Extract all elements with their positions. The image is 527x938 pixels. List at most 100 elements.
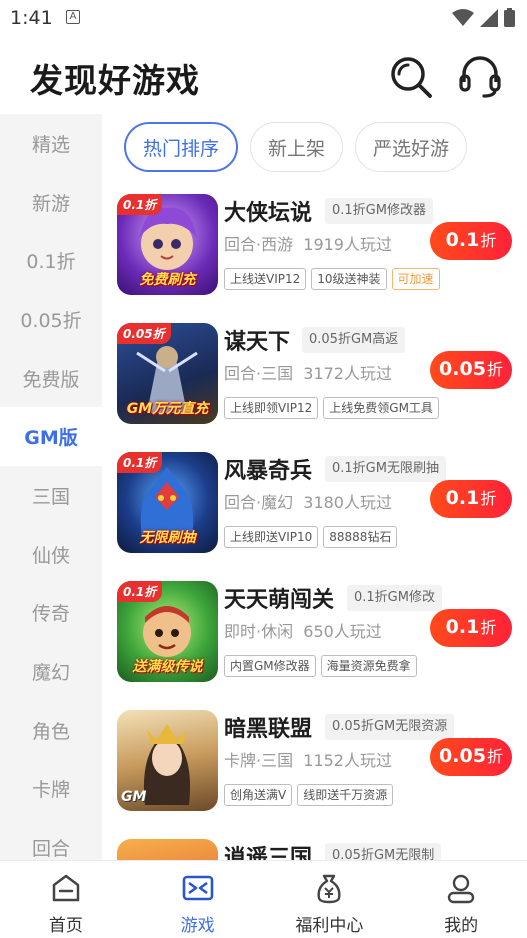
game-name[interactable]: 大侠坛说: [224, 195, 312, 227]
nav-profile[interactable]: 我的: [395, 861, 527, 938]
game-thumbnail[interactable]: 0.1折 无限刷抽: [117, 452, 218, 553]
feature-tags: 内置GM修改器 海量资源免费拿: [224, 655, 417, 677]
feature-tag: 可加速: [391, 268, 440, 290]
game-list: 0.1折 免费刷充 大侠坛说 0.1折GM修改器 回合·西游 1919人玩过 上…: [102, 190, 527, 860]
game-meta: 回合·西游 1919人玩过: [224, 231, 392, 255]
game-row[interactable]: 0.1折 无限刷抽 风暴奇兵 0.1折GM无限刷抽 回合·魔幻 3180人玩过 …: [102, 448, 527, 577]
sidebar-item-xianxia[interactable]: 仙侠: [0, 525, 102, 584]
thumbnail-caption: 送满级传说: [132, 659, 203, 675]
battery-icon: [504, 8, 515, 27]
price-value: 0.1: [445, 616, 480, 638]
sidebar-item-legend[interactable]: 传奇: [0, 584, 102, 643]
game-name[interactable]: 暗黑联盟: [224, 711, 312, 743]
user-icon: [447, 874, 475, 904]
sidebar-item-turn-based[interactable]: 回合: [0, 818, 102, 860]
discount-badge: 0.1折: [117, 194, 163, 215]
sidebar-item-three-kingdoms[interactable]: 三国: [0, 466, 102, 525]
sidebar-item-new[interactable]: 新游: [0, 173, 102, 232]
feature-tag: 上线即送VIP10: [224, 526, 319, 548]
game-thumbnail[interactable]: [117, 839, 218, 860]
game-genre: 卡牌·三国: [224, 751, 294, 770]
game-meta: 回合·三国 3172人玩过: [224, 360, 392, 384]
feature-tag: 海量资源免费拿: [320, 655, 417, 677]
game-meta: 卡牌·三国 1152人玩过: [224, 747, 392, 771]
header: 发现好游戏: [0, 36, 527, 114]
money-bag-icon: [317, 874, 341, 904]
signal-icon: [480, 8, 498, 27]
price-button[interactable]: 0.1 折: [430, 480, 512, 518]
sidebar-item-0-05-discount[interactable]: 0.05折: [0, 290, 102, 349]
game-row[interactable]: GM 暗黑联盟 0.05折GM无限资源 卡牌·三国 1152人玩过 创角送满V …: [102, 706, 527, 835]
price-value: 0.1: [445, 229, 480, 251]
sidebar-item-free[interactable]: 免费版: [0, 349, 102, 408]
system-icons: [452, 8, 515, 27]
nav-home[interactable]: 首页: [0, 861, 132, 938]
page-title: 发现好游戏: [30, 61, 200, 100]
game-thumbnail[interactable]: 0.1折 送满级传说: [117, 581, 218, 682]
game-meta: 回合·魔幻 3180人玩过: [224, 489, 392, 513]
feature-tag: 创角送满V: [224, 784, 293, 806]
discount-tag: 0.1折GM修改器: [325, 198, 433, 224]
price-value: 0.05: [439, 745, 486, 767]
discount-badge: 0.1折: [117, 452, 163, 473]
discount-tag: 0.05折GM无限制: [325, 843, 442, 860]
price-unit: 折: [486, 747, 503, 766]
home-icon: [52, 874, 80, 902]
sidebar-item-0-1-discount[interactable]: 0.1折: [0, 231, 102, 290]
game-row[interactable]: 0.1折 免费刷充 大侠坛说 0.1折GM修改器 回合·西游 1919人玩过 上…: [102, 190, 527, 319]
nav-label: 游戏: [180, 916, 215, 936]
game-name[interactable]: 谋天下: [224, 324, 290, 356]
sort-tabs: 热门排序 新上架 严选好游: [124, 122, 468, 174]
tab-hot[interactable]: 热门排序: [124, 122, 239, 172]
price-button[interactable]: 0.1 折: [430, 222, 512, 260]
thumbnail-caption: GM: [121, 789, 147, 805]
sidebar-item-card[interactable]: 卡牌: [0, 760, 102, 819]
game-row[interactable]: 逍遥三国 0.05折GM无限制: [102, 835, 527, 860]
sidebar-item-featured[interactable]: 精选: [0, 114, 102, 173]
game-genre: 回合·三国: [224, 364, 294, 383]
play-count: 3172人玩过: [303, 364, 392, 383]
wifi-icon: [452, 8, 474, 26]
price-button[interactable]: 0.05 折: [430, 738, 512, 776]
feature-tags: 上线即领VIP12 上线免费领GM工具: [224, 397, 439, 419]
game-row[interactable]: 0.05折 GM万元直充 谋天下 0.05折GM高返 回合·三国 3172人玩过…: [102, 319, 527, 448]
feature-tag: 内置GM修改器: [224, 655, 316, 677]
play-count: 1919人玩过: [303, 235, 392, 254]
nav-label: 首页: [48, 916, 83, 936]
play-count: 1152人玩过: [303, 751, 392, 770]
discount-badge: 0.05折: [117, 323, 171, 344]
sidebar-item-gm[interactable]: GM版: [0, 407, 102, 467]
search-icon[interactable]: [386, 52, 434, 100]
play-count: 3180人玩过: [303, 493, 392, 512]
tab-curated[interactable]: 严选好游: [355, 122, 468, 172]
game-genre: 回合·魔幻: [224, 493, 294, 512]
nav-label: 福利中心: [295, 916, 364, 936]
headset-icon[interactable]: [456, 52, 504, 100]
price-button[interactable]: 0.1 折: [430, 609, 512, 647]
game-genre: 即时·休闲: [224, 622, 294, 641]
game-thumbnail[interactable]: GM: [117, 710, 218, 811]
price-button[interactable]: 0.05 折: [430, 351, 512, 389]
game-thumbnail[interactable]: 0.05折 GM万元直充: [117, 323, 218, 424]
feature-tag: 上线即领VIP12: [224, 397, 319, 419]
game-meta: 即时·休闲 650人玩过: [224, 618, 382, 642]
feature-tag: 上线免费领GM工具: [323, 397, 439, 419]
feature-tag: 88888钻石: [323, 526, 398, 548]
discount-badge: 0.1折: [117, 581, 163, 602]
game-name[interactable]: 逍遥三国: [224, 840, 312, 860]
sidebar-item-fantasy[interactable]: 魔幻: [0, 642, 102, 701]
discount-tag: 0.1折GM修改: [347, 585, 442, 611]
price-unit: 折: [480, 618, 497, 637]
game-name[interactable]: 天天萌闯关: [224, 582, 334, 614]
nav-games[interactable]: 游戏: [132, 861, 264, 938]
bottom-nav: 首页 游戏 福利中心 我的: [0, 860, 527, 938]
tab-new-release[interactable]: 新上架: [250, 122, 344, 172]
gamepad-icon: [182, 875, 213, 901]
feature-tags: 上线即送VIP10 88888钻石: [224, 526, 398, 548]
nav-welfare[interactable]: 福利中心: [264, 861, 396, 938]
discount-tag: 0.05折GM无限资源: [325, 714, 455, 740]
game-thumbnail[interactable]: 0.1折 免费刷充: [117, 194, 218, 295]
game-row[interactable]: 0.1折 送满级传说 天天萌闯关 0.1折GM修改 即时·休闲 650人玩过 内…: [102, 577, 527, 706]
game-name[interactable]: 风暴奇兵: [224, 453, 312, 485]
sidebar-item-rpg[interactable]: 角色: [0, 701, 102, 760]
